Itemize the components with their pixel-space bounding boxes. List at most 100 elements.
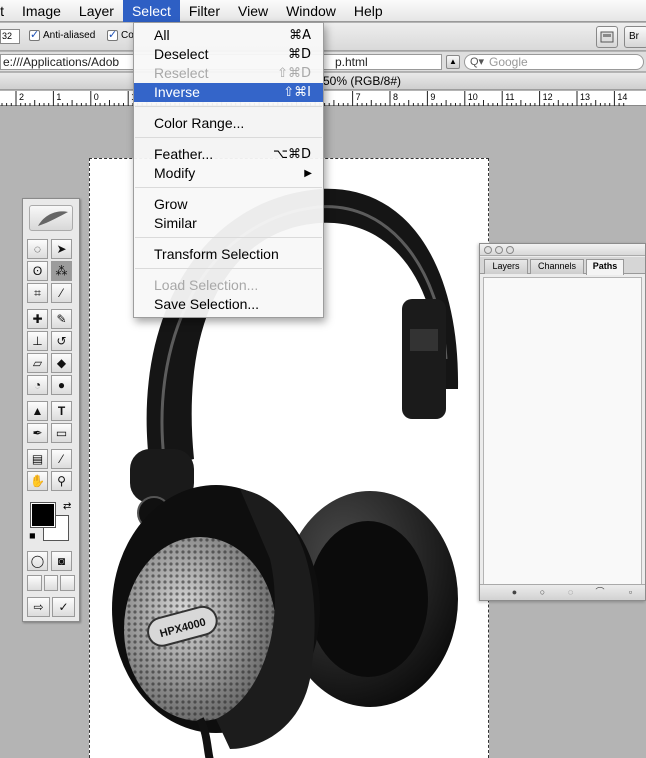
search-field[interactable]: Q▾ Google: [464, 54, 644, 70]
zoom-tool-icon[interactable]: ⚲: [51, 471, 72, 491]
panel-titlebar[interactable]: [480, 244, 645, 256]
tab-paths[interactable]: Paths: [586, 259, 624, 275]
menu-item-label: Transform Selection: [154, 246, 279, 262]
clone-stamp-tool-icon[interactable]: ⊥: [27, 331, 48, 351]
menu-item-shortcut: ⌘A: [289, 28, 311, 43]
path-selection-tool-icon[interactable]: ▲: [27, 401, 48, 421]
contiguous-label: Co: [121, 30, 134, 41]
search-icon: Q▾: [470, 56, 485, 68]
menu-separator: [135, 106, 322, 107]
menu-layer[interactable]: Layer: [70, 0, 123, 22]
ruler-label: 12: [543, 92, 553, 102]
history-brush-tool-icon[interactable]: ↺: [51, 331, 72, 351]
search-placeholder: Google: [489, 55, 528, 69]
file-browser-icon[interactable]: ✓: [52, 597, 75, 617]
fill-path-icon[interactable]: ●: [510, 588, 519, 597]
palette-well-button[interactable]: [596, 26, 618, 48]
screen-mode-full-menu-icon[interactable]: [43, 575, 59, 591]
menu-edit[interactable]: it: [0, 0, 13, 22]
panel-tabs: Layers Channels Paths: [480, 257, 645, 275]
load-path-as-selection-icon[interactable]: ◌: [566, 588, 575, 597]
menu-window[interactable]: Window: [277, 0, 345, 22]
menu-separator: [135, 137, 322, 138]
panel-close-icon[interactable]: [484, 246, 492, 254]
make-work-path-icon[interactable]: ⌒: [592, 588, 608, 597]
dodge-tool-icon[interactable]: ●: [51, 375, 72, 395]
slice-tool-icon[interactable]: ⁄: [51, 283, 72, 303]
brushes-button[interactable]: Br: [624, 26, 646, 48]
anti-aliased-checkbox[interactable]: [29, 28, 40, 41]
marquee-tool-icon[interactable]: ◌: [27, 239, 48, 259]
default-colors-icon[interactable]: ◼: [29, 531, 36, 540]
menu-item-feather[interactable]: Feather... ⌥⌘D: [134, 145, 323, 164]
jump-to-group: ⇨ ✓: [27, 597, 75, 617]
menu-item-deselect[interactable]: Deselect ⌘D: [134, 45, 323, 64]
notes-tool-icon[interactable]: ▤: [27, 449, 48, 469]
rectangle-tool-icon[interactable]: ▭: [51, 423, 72, 443]
url-tail-text: p.html: [335, 55, 368, 69]
menu-item-save-selection[interactable]: Save Selection...: [134, 295, 323, 314]
contiguous-checkbox[interactable]: [107, 28, 118, 41]
standard-mode-icon[interactable]: ◯: [27, 551, 48, 571]
move-tool-icon[interactable]: ➤: [51, 239, 72, 259]
paths-panel: Layers Channels Paths ● ○ ◌ ⌒ ▫: [479, 243, 646, 601]
jump-to-imageready-icon[interactable]: ⇨: [27, 597, 50, 617]
menu-item-label: Deselect: [154, 46, 209, 62]
panel-minimize-icon[interactable]: [495, 246, 503, 254]
menu-image[interactable]: Image: [13, 0, 70, 22]
screen-mode-group: [27, 575, 76, 591]
menu-item-similar[interactable]: Similar: [134, 214, 323, 233]
crop-tool-icon[interactable]: ⌗: [27, 283, 48, 303]
healing-brush-tool-icon[interactable]: ✚: [27, 309, 48, 329]
menu-separator: [135, 187, 322, 188]
blur-tool-icon[interactable]: ◔: [27, 375, 48, 395]
panel-zoom-icon[interactable]: [506, 246, 514, 254]
stroke-path-icon[interactable]: ○: [538, 588, 547, 597]
swap-colors-icon[interactable]: ⇄: [63, 501, 71, 512]
menu-item-shortcut: ⇧⌘D: [277, 66, 311, 81]
menu-item-inverse[interactable]: Inverse ⇧⌘I: [134, 83, 323, 102]
type-tool-icon[interactable]: T: [51, 401, 72, 421]
feather-logo-icon[interactable]: [29, 205, 73, 231]
menu-help[interactable]: Help: [345, 0, 392, 22]
menu-separator: [135, 237, 322, 238]
menu-item-transform-selection[interactable]: Transform Selection: [134, 245, 323, 264]
menu-item-reselect: Reselect ⇧⌘D: [134, 64, 323, 83]
menu-item-label: Save Selection...: [154, 296, 260, 312]
url-history-arrow-icon[interactable]: ▲: [446, 55, 460, 69]
ruler-label: 13: [580, 92, 590, 102]
menu-item-label: Grow: [154, 196, 188, 212]
hand-tool-icon[interactable]: ✋: [27, 471, 48, 491]
new-path-icon[interactable]: ▫: [626, 588, 635, 597]
menu-item-grow[interactable]: Grow: [134, 195, 323, 214]
submenu-arrow-icon: ▶: [304, 168, 312, 179]
brush-tool-icon[interactable]: ✎: [51, 309, 72, 329]
lasso-tool-icon[interactable]: ʘ: [27, 261, 48, 281]
ruler-label: 2: [19, 92, 24, 102]
screen-mode-standard-icon[interactable]: [27, 575, 42, 591]
eyedropper-tool-icon[interactable]: ⁄: [51, 449, 72, 469]
tab-channels[interactable]: Channels: [530, 259, 584, 274]
menu-view[interactable]: View: [229, 0, 277, 22]
paths-list[interactable]: [483, 277, 642, 585]
screen-mode-full-icon[interactable]: [60, 575, 76, 591]
menu-item-shortcut: ⇧⌘I: [283, 85, 311, 100]
select-menu-dropdown: All ⌘A Deselect ⌘D Reselect ⇧⌘D Inverse ⇧⌘I Colo…: [133, 22, 324, 318]
menu-filter[interactable]: Filter: [180, 0, 229, 22]
menu-item-modify[interactable]: Modify ▶: [134, 164, 323, 183]
quick-mask-mode-icon[interactable]: ◙: [51, 551, 72, 571]
pen-tool-icon[interactable]: ✒: [27, 423, 48, 443]
ruler-label: 10: [468, 92, 478, 102]
menu-item-color-range[interactable]: Color Range...: [134, 114, 323, 133]
tab-layers[interactable]: Layers: [484, 259, 528, 274]
document-title: 50% (RGB/8#): [323, 74, 402, 88]
menu-select[interactable]: Select: [122, 0, 180, 22]
paint-bucket-tool-icon[interactable]: ◆: [51, 353, 72, 373]
magic-wand-tool-icon[interactable]: ⁂: [51, 261, 72, 281]
feather-value-field[interactable]: 32: [0, 29, 20, 44]
palette-icon: [600, 31, 614, 43]
menu-separator: [135, 268, 322, 269]
eraser-tool-icon[interactable]: ▱: [27, 353, 48, 373]
menu-item-select-all[interactable]: All ⌘A: [134, 26, 323, 45]
foreground-color-swatch[interactable]: [31, 503, 55, 527]
